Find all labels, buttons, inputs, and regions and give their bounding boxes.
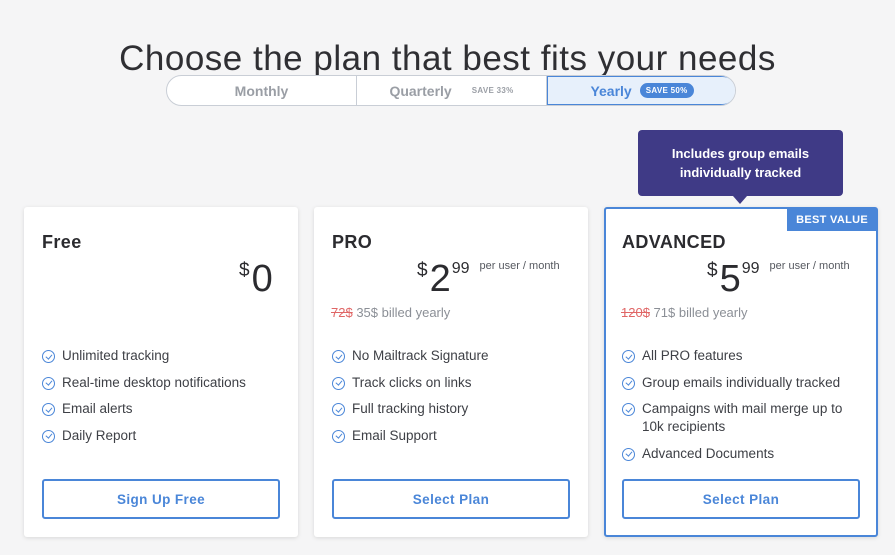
price-cents: 99	[451, 260, 470, 277]
plan-price: $ 0	[239, 255, 273, 303]
price-amount: 2	[429, 258, 451, 300]
feature-item: No Mailtrack Signature	[332, 347, 572, 365]
tab-label: Monthly	[234, 82, 289, 99]
old-price: 120$	[621, 305, 650, 320]
feature-text: All PRO features	[642, 348, 743, 363]
select-plan-pro-button[interactable]: Select Plan	[332, 479, 570, 519]
currency-symbol: $	[707, 260, 718, 281]
feature-item: Email Support	[332, 427, 572, 445]
tab-yearly[interactable]: Yearly SAVE 50%	[547, 76, 735, 105]
plan-card-free: Free $ 0 Unlimited tracking Real-time de…	[24, 207, 298, 537]
price-amount: 0	[251, 258, 273, 300]
billed-text: 35$ billed yearly	[356, 305, 451, 320]
feature-text: Email Support	[352, 427, 437, 443]
check-circle-icon	[42, 350, 55, 363]
check-circle-icon	[622, 350, 635, 363]
check-circle-icon	[42, 376, 55, 390]
feature-list: All PRO features Group emails individual…	[622, 347, 862, 471]
tab-monthly[interactable]: Monthly	[167, 76, 357, 105]
feature-list: No Mailtrack Signature Track clicks on l…	[332, 347, 572, 453]
tab-quarterly[interactable]: Quarterly SAVE 33%	[357, 76, 547, 105]
advanced-tooltip: Includes group emails individually track…	[638, 130, 843, 204]
price-period: per user / month	[769, 260, 850, 272]
plan-name: PRO	[332, 232, 373, 252]
check-circle-icon	[332, 350, 345, 363]
billed-yearly: 72$ 35$ billed yearly	[331, 305, 450, 320]
feature-item: All PRO features	[622, 347, 862, 365]
check-circle-icon	[332, 376, 345, 390]
plan-name: ADVANCED	[622, 232, 726, 252]
best-value-badge: BEST VALUE	[787, 209, 877, 231]
plan-card-pro: PRO $ 2 99 per user / month 72$ 35$ bill…	[314, 207, 588, 537]
feature-item: Full tracking history	[332, 400, 572, 418]
feature-list: Unlimited tracking Real-time desktop not…	[42, 347, 282, 453]
billing-period-tabs: Monthly Quarterly SAVE 33% Yearly SAVE 5…	[166, 75, 736, 106]
feature-text: Campaigns with mail merge up to 10k reci…	[642, 401, 843, 434]
plan-card-advanced: BEST VALUE ADVANCED $ 5 99 per user / mo…	[604, 207, 878, 537]
feature-item: Track clicks on links	[332, 374, 572, 392]
save-badge: SAVE 33%	[471, 86, 514, 95]
plan-name: Free	[42, 232, 82, 252]
feature-item: Real-time desktop notifications	[42, 374, 282, 392]
feature-text: Advanced Documents	[642, 445, 775, 461]
check-circle-icon	[42, 403, 55, 416]
plan-price: $ 5 99 per user / month	[707, 255, 850, 303]
feature-item: Group emails individually tracked	[622, 374, 862, 392]
check-circle-icon	[42, 429, 55, 443]
feature-item: Advanced Documents	[622, 445, 862, 463]
feature-item: Daily Report	[42, 427, 282, 445]
select-plan-advanced-button[interactable]: Select Plan	[622, 479, 860, 519]
feature-text: Full tracking history	[352, 401, 469, 416]
price-period: per user / month	[479, 260, 560, 272]
sign-up-free-button[interactable]: Sign Up Free	[42, 479, 280, 519]
price-cents: 99	[741, 260, 760, 277]
page-title: Choose the plan that best fits your need…	[119, 39, 776, 79]
feature-item: Email alerts	[42, 400, 282, 418]
check-circle-icon	[622, 376, 635, 390]
feature-text: No Mailtrack Signature	[352, 348, 489, 363]
price-amount: 5	[719, 258, 741, 300]
feature-text: Group emails individually tracked	[642, 374, 841, 390]
check-circle-icon	[332, 403, 345, 416]
feature-text: Unlimited tracking	[62, 348, 170, 363]
billed-yearly: 120$ 71$ billed yearly	[621, 305, 748, 320]
feature-text: Real-time desktop notifications	[62, 374, 246, 390]
feature-text: Daily Report	[62, 427, 137, 443]
check-circle-icon	[622, 403, 635, 416]
save-badge: SAVE 50%	[639, 83, 694, 98]
feature-text: Email alerts	[62, 401, 133, 416]
plan-price: $ 2 99 per user / month	[417, 255, 560, 303]
check-circle-icon	[622, 447, 635, 461]
feature-item: Campaigns with mail merge up to 10k reci…	[622, 400, 862, 436]
feature-item: Unlimited tracking	[42, 347, 282, 365]
tab-label: Yearly	[590, 82, 632, 99]
billed-text: 71$ billed yearly	[653, 305, 748, 320]
tab-label: Quarterly	[389, 82, 452, 99]
feature-text: Track clicks on links	[352, 374, 472, 390]
check-circle-icon	[332, 429, 345, 443]
currency-symbol: $	[417, 260, 428, 281]
old-price: 72$	[331, 305, 353, 320]
currency-symbol: $	[239, 260, 250, 281]
